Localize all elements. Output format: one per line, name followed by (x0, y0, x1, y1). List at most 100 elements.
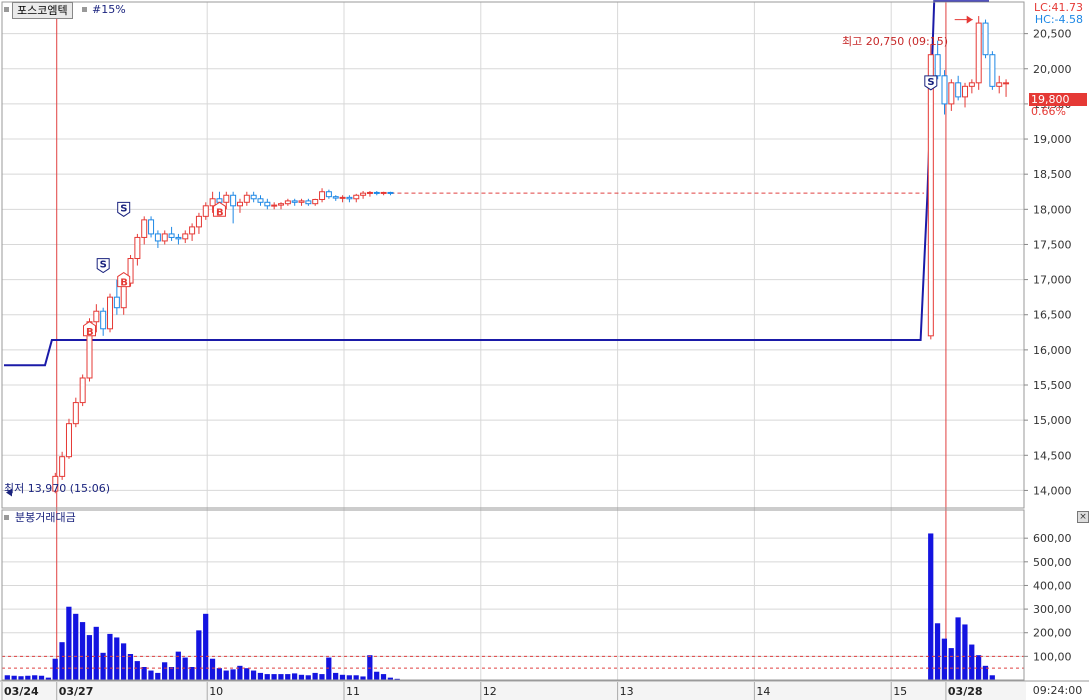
current-change-pct: 0.66% (1031, 105, 1066, 118)
signal-label: B (120, 278, 128, 289)
stock-name-tab[interactable]: 포스코엠텍 (12, 2, 73, 19)
candle-body (366, 191, 373, 194)
candle-body (339, 196, 346, 199)
candle-body (65, 423, 72, 458)
volume-bar (955, 617, 961, 680)
volume-bar (32, 675, 38, 680)
volume-bar (312, 672, 318, 680)
price-tick-label: 16,500 (1033, 309, 1072, 322)
price-tick-label: 18,500 (1033, 168, 1072, 181)
volume-bar (18, 676, 24, 680)
volume-bar (285, 674, 291, 680)
volume-bar (120, 643, 127, 680)
x-tick-label: 12 (483, 685, 497, 698)
candle-body (325, 191, 332, 198)
candle-body (189, 226, 196, 235)
volume-bar (148, 670, 154, 680)
candle-body (968, 82, 975, 87)
volume-bar (93, 626, 99, 680)
x-tick-label: 11 (346, 685, 360, 698)
volume-bar (155, 672, 161, 680)
candle-body (182, 233, 189, 240)
price-tick-label: 16,000 (1033, 344, 1072, 357)
candle-body (59, 456, 66, 477)
volume-bar (257, 672, 264, 680)
candle-body (941, 75, 948, 105)
candle-body (148, 219, 155, 235)
panel-toggle-icon[interactable] (4, 7, 9, 12)
candle-body (996, 82, 1003, 87)
candle-body (284, 200, 291, 205)
signal-label: S (927, 77, 934, 88)
signal-label: B (216, 207, 224, 218)
candle-body (927, 54, 934, 337)
candle-body (161, 233, 168, 242)
candle-body (346, 196, 353, 200)
volume-bar (298, 674, 305, 680)
volume-bar (73, 613, 79, 680)
volume-bar (928, 533, 934, 680)
candle-body (298, 200, 305, 203)
candle-body (113, 296, 120, 309)
candle-body (278, 203, 285, 206)
candle-body (195, 215, 202, 228)
candle-body (373, 191, 380, 194)
volume-panel-toggle-icon[interactable] (4, 515, 9, 520)
volume-tick-label: 600,00 (1033, 532, 1072, 545)
volume-bar (203, 613, 209, 680)
volume-bar (969, 644, 975, 680)
volume-bar (367, 655, 373, 680)
price-tick-label: 14,000 (1033, 484, 1072, 497)
time-readout: 09:24:00 (1032, 684, 1083, 697)
candle-body (134, 236, 141, 260)
high-annotation: 최고 20,750 (09:15) (842, 35, 949, 48)
volume-bar (114, 637, 120, 680)
candle-body (332, 196, 339, 199)
volume-bar (291, 673, 298, 680)
candle-body (141, 219, 148, 238)
volume-bar (319, 674, 325, 680)
volume-bar (989, 675, 995, 680)
volume-bar (25, 675, 31, 680)
chart-canvas[interactable]: S S B B B S 14,000 14,500 15,000 15,500 16,000 16,… (0, 0, 1089, 700)
volume-bar (339, 674, 346, 680)
period-label: #15% (92, 3, 126, 16)
x-tick-label: 03/28 (948, 685, 983, 698)
volume-bar (66, 606, 72, 680)
x-tick-label: 03/27 (59, 685, 94, 698)
candle-body (154, 233, 161, 242)
volume-bar (38, 675, 45, 680)
candle-body (100, 310, 107, 330)
price-tick-label: 20,000 (1033, 63, 1072, 76)
volume-bar (230, 669, 236, 680)
candle-body (79, 377, 86, 404)
volume-bar (189, 667, 195, 680)
hc-value: HC:-4.58 (1034, 13, 1083, 26)
period-toggle-icon[interactable] (82, 7, 87, 12)
volume-bar (948, 648, 954, 680)
volume-bar (278, 674, 284, 680)
volume-bar (305, 675, 311, 680)
candle-body (264, 201, 271, 207)
signal-label: B (86, 327, 94, 338)
candle-body (168, 233, 175, 238)
volume-bar (196, 630, 202, 680)
price-tick-label: 20,500 (1033, 28, 1072, 41)
candle-body (291, 200, 298, 203)
candle-body (962, 85, 969, 98)
close-panel-button[interactable]: × (1077, 511, 1089, 523)
candle-body (387, 191, 394, 194)
signal-label: S (120, 203, 127, 214)
x-tick-label: 13 (620, 685, 634, 698)
price-tick-label: 14,500 (1033, 449, 1072, 462)
volume-bar (162, 662, 168, 680)
low-annotation: 최저 13,970 (15:06) (4, 482, 111, 495)
volume-bar (346, 675, 352, 680)
candle-body (360, 192, 367, 196)
x-tick-label: 14 (756, 685, 770, 698)
candle-body (223, 194, 230, 203)
volume-panel-title: 분봉거래대금 (15, 511, 76, 524)
candle-body (271, 204, 278, 207)
candle-body (230, 194, 237, 207)
signal-label: S (100, 260, 107, 271)
